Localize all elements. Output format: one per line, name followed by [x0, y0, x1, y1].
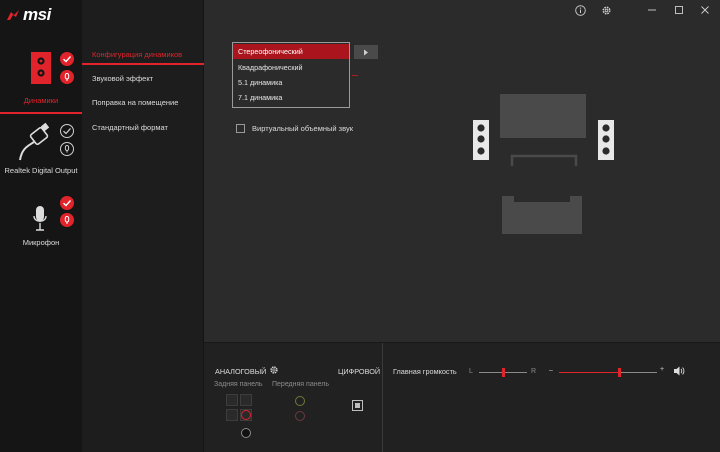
bottom-panel: АНАЛОГОВЫЙ ЦИФРОВОЙ Задняя панель Передн… [204, 342, 720, 452]
msi-dragon-icon [7, 10, 19, 20]
menu-item-speaker-config[interactable]: Конфигурация динамиков [92, 50, 182, 59]
device-digital-output[interactable]: Realtek Digital Output [0, 118, 82, 178]
rear-jack-slot[interactable] [226, 409, 238, 421]
device-microphone[interactable]: Микрофон [0, 192, 82, 252]
speaker-device-icon [31, 52, 51, 84]
analog-label: АНАЛОГОВЫЙ [215, 367, 267, 376]
gear-icon[interactable] [269, 365, 279, 375]
jack-black-ring-icon[interactable] [241, 428, 251, 438]
active-device-indicator [0, 112, 82, 114]
default-comm-device-icon[interactable] [60, 213, 74, 227]
menu-active-indicator [82, 63, 204, 65]
left-speaker-icon [473, 120, 489, 160]
desk-shape [510, 154, 578, 166]
volume-slider-thumb[interactable] [618, 368, 622, 377]
balance-slider-thumb[interactable] [501, 368, 505, 377]
rear-jack-slot[interactable] [226, 394, 238, 406]
digital-output-port-icon[interactable] [352, 400, 363, 411]
volume-minus-label[interactable]: – [549, 367, 553, 374]
rear-jack-slot[interactable] [240, 394, 252, 406]
balance-left-label: L [469, 368, 473, 375]
front-panel-label: Передняя панель [272, 381, 329, 388]
default-device-check-icon[interactable] [60, 52, 74, 66]
default-comm-device-icon[interactable] [60, 70, 74, 84]
msi-logo: msi [6, 5, 51, 25]
device-label-microphone: Микрофон [22, 238, 60, 247]
dropdown-option-7-1[interactable]: 7.1 динамика [233, 90, 349, 105]
default-comm-device-icon[interactable] [60, 142, 74, 156]
display-screen-shape [500, 94, 586, 138]
play-icon [364, 49, 368, 55]
virtual-surround-row[interactable]: Виртуальный объемный звук [236, 124, 353, 133]
maximize-icon[interactable] [674, 4, 684, 16]
default-device-check-icon[interactable] [60, 196, 74, 210]
rear-panel-label: Задняя панель [214, 381, 263, 388]
volume-plus-label[interactable]: + [660, 366, 664, 373]
microphone-device-icon [33, 206, 47, 231]
virtual-surround-label: Виртуальный объемный звук [252, 124, 353, 133]
front-jack-green-icon[interactable] [295, 396, 305, 406]
device-sidebar: msi Динамики Realtek Digital Output Микр… [0, 0, 82, 452]
device-label-digital-output: Realtek Digital Output [4, 166, 78, 175]
speaker-config-dropdown[interactable]: Стереофонический Квадрафонический 5.1 ди… [232, 42, 350, 108]
dropdown-option-quad[interactable]: Квадрафонический [233, 60, 349, 75]
settings-menu: Конфигурация динамиков Звуковой эффект П… [82, 0, 204, 452]
right-speaker-icon [598, 120, 614, 160]
menu-item-sound-effect[interactable]: Звуковой эффект [92, 74, 153, 83]
dropdown-option-stereo[interactable]: Стереофонический [233, 44, 349, 59]
bottom-divider [382, 343, 383, 452]
device-speakers[interactable]: Динамики [0, 40, 82, 114]
front-jack-pink-icon[interactable] [295, 411, 305, 421]
seat-shape [502, 196, 582, 234]
virtual-surround-checkbox[interactable] [236, 124, 245, 133]
brand-name: msi [23, 5, 51, 24]
info-icon[interactable] [574, 4, 586, 16]
minimize-icon[interactable] [647, 4, 657, 16]
rear-jack-slot-active[interactable] [240, 409, 252, 421]
volume-slider-fill [559, 371, 620, 373]
play-test-button[interactable] [354, 45, 378, 59]
speaker-layout-diagram [473, 94, 614, 234]
dropdown-option-5-1[interactable]: 5.1 динамика [233, 75, 349, 90]
gear-icon[interactable] [600, 4, 612, 16]
digital-label: ЦИФРОВОЙ [338, 367, 381, 376]
dropdown-pointer [352, 75, 358, 76]
balance-right-label: R [531, 368, 537, 375]
jack-red-ring-icon [241, 410, 251, 420]
device-label-speakers: Динамики [23, 96, 59, 105]
optical-cable-icon [19, 122, 50, 161]
master-volume-label: Главная громкость [393, 367, 457, 376]
speaker-volume-icon[interactable] [674, 366, 685, 376]
menu-item-room-correction[interactable]: Поправка на помещение [92, 98, 178, 107]
menu-item-default-format[interactable]: Стандартный формат [92, 123, 168, 132]
main-panel: Стереофонический Квадрафонический 5.1 ди… [204, 0, 720, 342]
close-icon[interactable] [700, 4, 710, 16]
default-device-check-icon[interactable] [60, 124, 74, 138]
